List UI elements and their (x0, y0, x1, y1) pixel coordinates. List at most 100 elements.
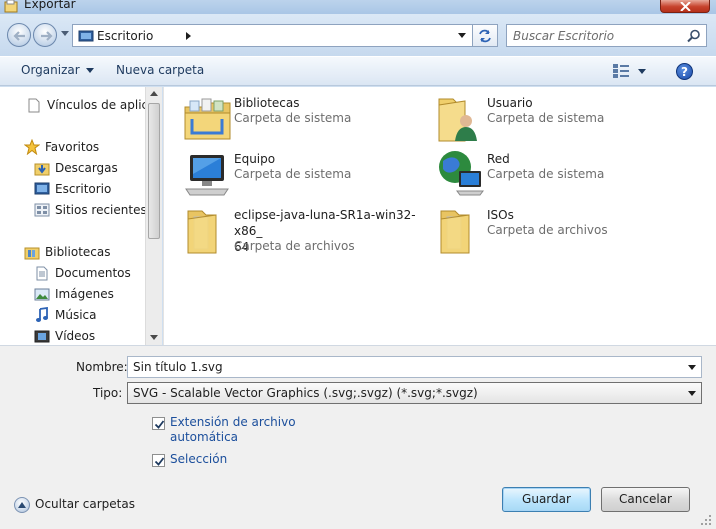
chevron-up-icon (18, 502, 26, 508)
cancel-button[interactable]: Cancelar (601, 487, 690, 512)
file-name-field[interactable]: Sin título 1.svg (127, 356, 702, 378)
sidebar-item-label: Escritorio (55, 182, 112, 196)
sidebar-item-pictures[interactable]: Imágenes (33, 285, 114, 303)
auto-extension-checkbox[interactable] (152, 417, 165, 430)
file-name-value[interactable]: Sin título 1.svg (133, 360, 223, 374)
sidebar-item-downloads[interactable]: Descargas (33, 159, 118, 177)
organize-button[interactable]: Organizar (21, 63, 94, 77)
desktop-icon (33, 181, 51, 197)
recent-places-icon (33, 202, 51, 218)
list-item-user[interactable]: Usuario Carpeta de sistema (435, 93, 685, 149)
name-label: Nombre: (76, 360, 128, 374)
list-item-computer[interactable]: Equipo Carpeta de sistema (182, 149, 432, 205)
sidebar-item-app-links[interactable]: Vínculos de aplicac (25, 96, 145, 114)
network-icon (439, 151, 484, 196)
list-item-eclipse-folder[interactable]: eclipse-java-luna-SR1a-win32-x86_ 64 Car… (182, 205, 432, 265)
view-options-icon[interactable] (612, 63, 630, 79)
save-options-panel: Nombre: Sin título 1.svg Tipo: SVG - Sca… (0, 345, 716, 529)
sidebar-item-documents[interactable]: Documentos (33, 264, 131, 282)
sidebar-item-label: Música (55, 308, 97, 322)
chevron-down-icon[interactable] (688, 391, 696, 396)
sidebar-item-label: Vínculos de aplicac (47, 98, 145, 112)
sidebar-item-libraries[interactable]: Bibliotecas (23, 243, 110, 261)
scrollbar-thumb[interactable] (148, 103, 160, 239)
document-icon (25, 97, 43, 113)
arrow-right-icon (41, 31, 53, 41)
item-name: Red (487, 152, 510, 166)
search-input[interactable] (507, 25, 685, 46)
selection-checkbox[interactable] (152, 454, 165, 467)
back-button[interactable] (7, 23, 31, 47)
sidebar-item-desktop[interactable]: Escritorio (33, 180, 111, 198)
checkmark-icon (154, 420, 165, 429)
sidebar-item-music[interactable]: Música (33, 306, 97, 324)
file-type-value: SVG - Scalable Vector Graphics (.svg;.sv… (133, 386, 478, 400)
view-dropdown-icon[interactable] (638, 69, 646, 74)
close-button[interactable] (660, 0, 710, 13)
arrow-left-icon (13, 31, 25, 41)
desktop-folder-icon (78, 30, 94, 42)
list-item-isos-folder[interactable]: ISOs Carpeta de archivos (435, 205, 685, 261)
folder-icon (187, 210, 217, 254)
item-type: Carpeta de sistema (234, 111, 352, 125)
scroll-down-icon[interactable] (150, 335, 158, 340)
close-icon (680, 2, 691, 11)
help-icon: ? (681, 65, 688, 79)
item-name: Usuario (487, 96, 533, 110)
sidebar-item-favorites[interactable]: Favoritos (23, 138, 99, 156)
resize-grip-icon[interactable] (700, 514, 712, 526)
breadcrumb-arrow-icon[interactable] (186, 32, 191, 40)
scroll-up-icon[interactable] (150, 91, 158, 96)
sidebar-item-label: Imágenes (55, 287, 114, 301)
sidebar-item-label: Descargas (55, 161, 118, 175)
chevron-down-icon[interactable] (688, 365, 696, 370)
address-bar-row: Escritorio (0, 14, 716, 56)
file-type-select[interactable]: SVG - Scalable Vector Graphics (.svg;.sv… (127, 382, 702, 404)
checkmark-icon (154, 457, 165, 466)
type-label: Tipo: (93, 386, 123, 400)
address-history-dropdown-icon[interactable] (458, 33, 466, 38)
title-bar[interactable]: Exportar (0, 0, 716, 14)
navigation-pane[interactable]: Vínculos de aplicac Favoritos Descargas … (0, 87, 145, 345)
new-folder-button[interactable]: Nueva carpeta (116, 63, 204, 77)
help-button[interactable]: ? (676, 63, 693, 80)
item-name: Equipo (234, 152, 276, 166)
hide-folders-label[interactable]: Ocultar carpetas (35, 497, 135, 511)
navigation-scrollbar[interactable] (145, 87, 162, 345)
sidebar-item-recent-places[interactable]: Sitios recientes (33, 201, 145, 219)
sidebar-item-label: Sitios recientes (55, 203, 145, 217)
downloads-folder-icon (33, 160, 51, 176)
sidebar-item-label: Bibliotecas (45, 245, 111, 259)
window-title: Exportar (24, 0, 76, 11)
libraries-icon (23, 244, 41, 260)
list-item-libraries[interactable]: Bibliotecas Carpeta de sistema (182, 93, 432, 149)
hide-folders-toggle[interactable] (14, 497, 30, 513)
user-folder-icon (438, 98, 477, 142)
address-bar[interactable]: Escritorio (72, 24, 473, 47)
selection-label[interactable]: Selección (170, 452, 227, 467)
command-toolbar: Organizar Nueva carpeta ? (0, 56, 716, 86)
sidebar-item-videos[interactable]: Vídeos (33, 327, 95, 345)
recent-pages-dropdown-icon[interactable] (61, 31, 69, 36)
file-list[interactable]: Bibliotecas Carpeta de sistema Usuario C… (163, 87, 716, 345)
save-button[interactable]: Guardar (502, 487, 591, 512)
star-icon (23, 139, 41, 155)
pictures-icon (33, 286, 51, 302)
item-type: Carpeta de sistema (487, 167, 605, 181)
list-item-network[interactable]: Red Carpeta de sistema (435, 149, 685, 205)
documents-icon (33, 265, 51, 281)
item-type: Carpeta de sistema (234, 167, 352, 181)
search-box[interactable] (506, 24, 707, 47)
sidebar-item-label: Vídeos (55, 329, 96, 343)
address-location[interactable]: Escritorio (97, 29, 153, 43)
sidebar-item-label: Documentos (55, 266, 131, 280)
auto-extension-label[interactable]: Extensión de archivo automática (170, 415, 296, 445)
chevron-down-icon (85, 68, 94, 73)
forward-button[interactable] (33, 23, 57, 47)
folder-icon (440, 210, 470, 254)
search-icon[interactable] (687, 29, 701, 43)
refresh-button[interactable] (473, 24, 498, 47)
music-icon (33, 307, 51, 323)
item-type: Carpeta de archivos (487, 223, 608, 237)
libraries-folder-icon (184, 98, 231, 140)
